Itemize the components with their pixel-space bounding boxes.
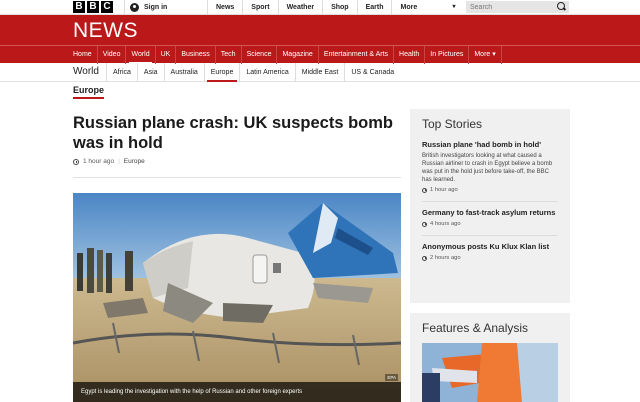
top-stories-panel: Top Stories Russian plane 'had bomb in h… bbox=[410, 109, 570, 303]
feature-illustration bbox=[422, 343, 558, 402]
story-timestamp: 1 hour ago bbox=[422, 187, 558, 193]
search-icon[interactable] bbox=[557, 2, 565, 10]
global-nav-weather[interactable]: Weather bbox=[277, 0, 323, 15]
divider bbox=[73, 177, 401, 178]
global-nav-shop[interactable]: Shop bbox=[322, 0, 357, 15]
divider bbox=[422, 201, 558, 202]
news-nav-more[interactable]: More ▾ bbox=[469, 46, 502, 64]
news-nav-business[interactable]: Business bbox=[176, 46, 216, 64]
story-headline[interactable]: Germany to fast-track asylum returns bbox=[422, 208, 558, 218]
bbc-logo-letter: B bbox=[87, 1, 99, 13]
bbc-logo-letter: B bbox=[73, 1, 85, 13]
article-headline: Russian plane crash: UK suspects bomb wa… bbox=[73, 114, 394, 152]
bbc-logo[interactable]: B B C bbox=[73, 1, 113, 13]
clock-icon bbox=[422, 187, 427, 193]
features-title: Features & Analysis bbox=[422, 321, 529, 335]
sign-in-link[interactable]: Sign in bbox=[124, 0, 207, 15]
clock-icon bbox=[73, 158, 79, 165]
world-nav-australia[interactable]: Australia bbox=[163, 63, 204, 82]
sign-in-label: Sign in bbox=[144, 4, 168, 11]
world-nav-us-canada[interactable]: US & Canada bbox=[344, 63, 400, 82]
list-item[interactable]: Russian plane 'had bomb in hold' British… bbox=[422, 140, 558, 193]
global-nav-links: News Sport Weather Shop Earth More ▾ bbox=[207, 0, 463, 15]
image-credit: EPA bbox=[385, 374, 398, 381]
news-nav-entertainment-arts[interactable]: Entertainment & Arts bbox=[319, 46, 395, 64]
news-nav-tech[interactable]: Tech bbox=[216, 46, 242, 64]
news-nav-in-pictures[interactable]: In Pictures bbox=[425, 46, 470, 64]
global-navigation-bar: B B C Sign in News Sport Weather Shop Ea… bbox=[0, 0, 640, 15]
story-time-label: 1 hour ago bbox=[430, 187, 458, 193]
user-icon bbox=[130, 3, 139, 12]
global-nav-sport[interactable]: Sport bbox=[242, 0, 277, 15]
news-nav-world[interactable]: World bbox=[126, 46, 156, 64]
article-hero-image: EPA Egypt is leading the investigation w… bbox=[73, 193, 401, 402]
news-nav-health[interactable]: Health bbox=[394, 46, 426, 64]
story-time-label: 2 hours ago bbox=[430, 255, 461, 261]
world-nav-europe[interactable]: Europe bbox=[203, 63, 240, 82]
story-time-label: 4 hours ago bbox=[430, 221, 461, 227]
news-nav-science[interactable]: Science bbox=[242, 46, 278, 64]
story-timestamp: 2 hours ago bbox=[422, 255, 558, 261]
news-navigation: Home Video World UK Business Tech Scienc… bbox=[0, 45, 640, 64]
news-masthead: NEWS bbox=[0, 15, 640, 45]
top-stories-title: Top Stories bbox=[422, 117, 483, 131]
list-item[interactable]: Germany to fast-track asylum returns 4 h… bbox=[422, 208, 558, 227]
global-nav-news[interactable]: News bbox=[207, 0, 242, 15]
story-summary: British investigators looking at what ca… bbox=[422, 153, 553, 183]
chevron-down-icon: ▾ bbox=[452, 4, 456, 10]
news-wordmark[interactable]: NEWS bbox=[73, 19, 138, 43]
story-headline[interactable]: Anonymous posts Ku Klux Klan list bbox=[422, 242, 558, 252]
news-nav-uk[interactable]: UK bbox=[156, 46, 177, 64]
section-label[interactable]: Europe bbox=[73, 85, 105, 99]
world-nav-latin-america[interactable]: Latin America bbox=[239, 63, 294, 82]
image-caption: Egypt is leading the investigation with … bbox=[73, 382, 401, 402]
meta-separator: | bbox=[118, 158, 120, 165]
clock-icon bbox=[422, 255, 427, 261]
world-nav-africa[interactable]: Africa bbox=[106, 63, 137, 82]
divider bbox=[422, 235, 558, 236]
news-nav-magazine[interactable]: Magazine bbox=[277, 46, 319, 64]
list-item[interactable]: Anonymous posts Ku Klux Klan list 2 hour… bbox=[422, 242, 558, 261]
features-analysis-panel: Features & Analysis bbox=[410, 313, 570, 402]
article-meta: 1 hour ago | Europe bbox=[73, 158, 145, 165]
story-timestamp: 4 hours ago bbox=[422, 221, 558, 227]
news-nav-home[interactable]: Home bbox=[68, 46, 98, 64]
clock-icon bbox=[422, 221, 427, 227]
bbc-logo-letter: C bbox=[101, 1, 113, 13]
world-nav-middle-east[interactable]: Middle East bbox=[294, 63, 345, 82]
world-sub-navigation: World Africa Asia Australia Europe Latin… bbox=[0, 63, 640, 82]
article-timestamp: 1 hour ago bbox=[83, 158, 115, 165]
global-nav-more[interactable]: More ▾ bbox=[391, 0, 463, 15]
news-nav-video[interactable]: Video bbox=[98, 46, 127, 64]
crash-wreckage-illustration bbox=[73, 193, 401, 402]
more-label: More bbox=[400, 4, 418, 11]
world-nav-asia[interactable]: Asia bbox=[136, 63, 164, 82]
search-input[interactable] bbox=[466, 1, 569, 13]
feature-thumbnail[interactable] bbox=[422, 343, 558, 402]
article-section-tag[interactable]: Europe bbox=[124, 158, 145, 165]
global-nav-earth[interactable]: Earth bbox=[356, 0, 392, 15]
story-headline[interactable]: Russian plane 'had bomb in hold' bbox=[422, 140, 558, 150]
world-section-title[interactable]: World bbox=[73, 66, 99, 77]
